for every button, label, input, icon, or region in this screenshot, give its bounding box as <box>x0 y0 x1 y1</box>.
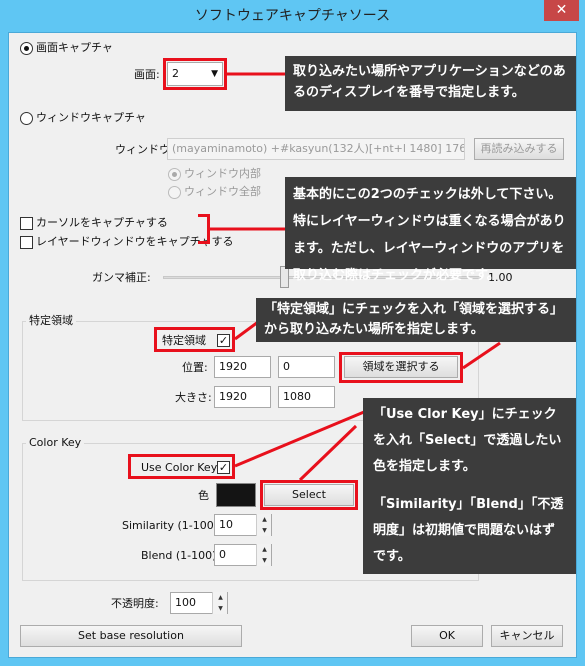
note-checks: 基本的にこの2つのチェックは外して下さい。特にレイヤーウィンドウは重くなる場合が… <box>285 177 576 283</box>
connector-select-region <box>462 341 501 370</box>
note-region: 「特定領域」にチェックを入れ「領域を選択する」から取り込みたい場所を指定します。 <box>256 298 576 342</box>
connector-region <box>234 320 259 341</box>
note-color-key-text-1: 「Use Clor Key」にチェックを入れ「Select」で透過したい色を指定… <box>373 407 562 474</box>
note-color-key: 「Use Clor Key」にチェックを入れ「Select」で透過したい色を指定… <box>363 398 576 574</box>
note-screen-select: 取り込みたい場所やアプリケーションなどのあるのディスプレイを番号で指定します。 <box>285 56 576 111</box>
note-color-key-text-2: 「Similarity」「Blend」「不透明度」は初期値で問題ないはずです。 <box>373 497 564 564</box>
